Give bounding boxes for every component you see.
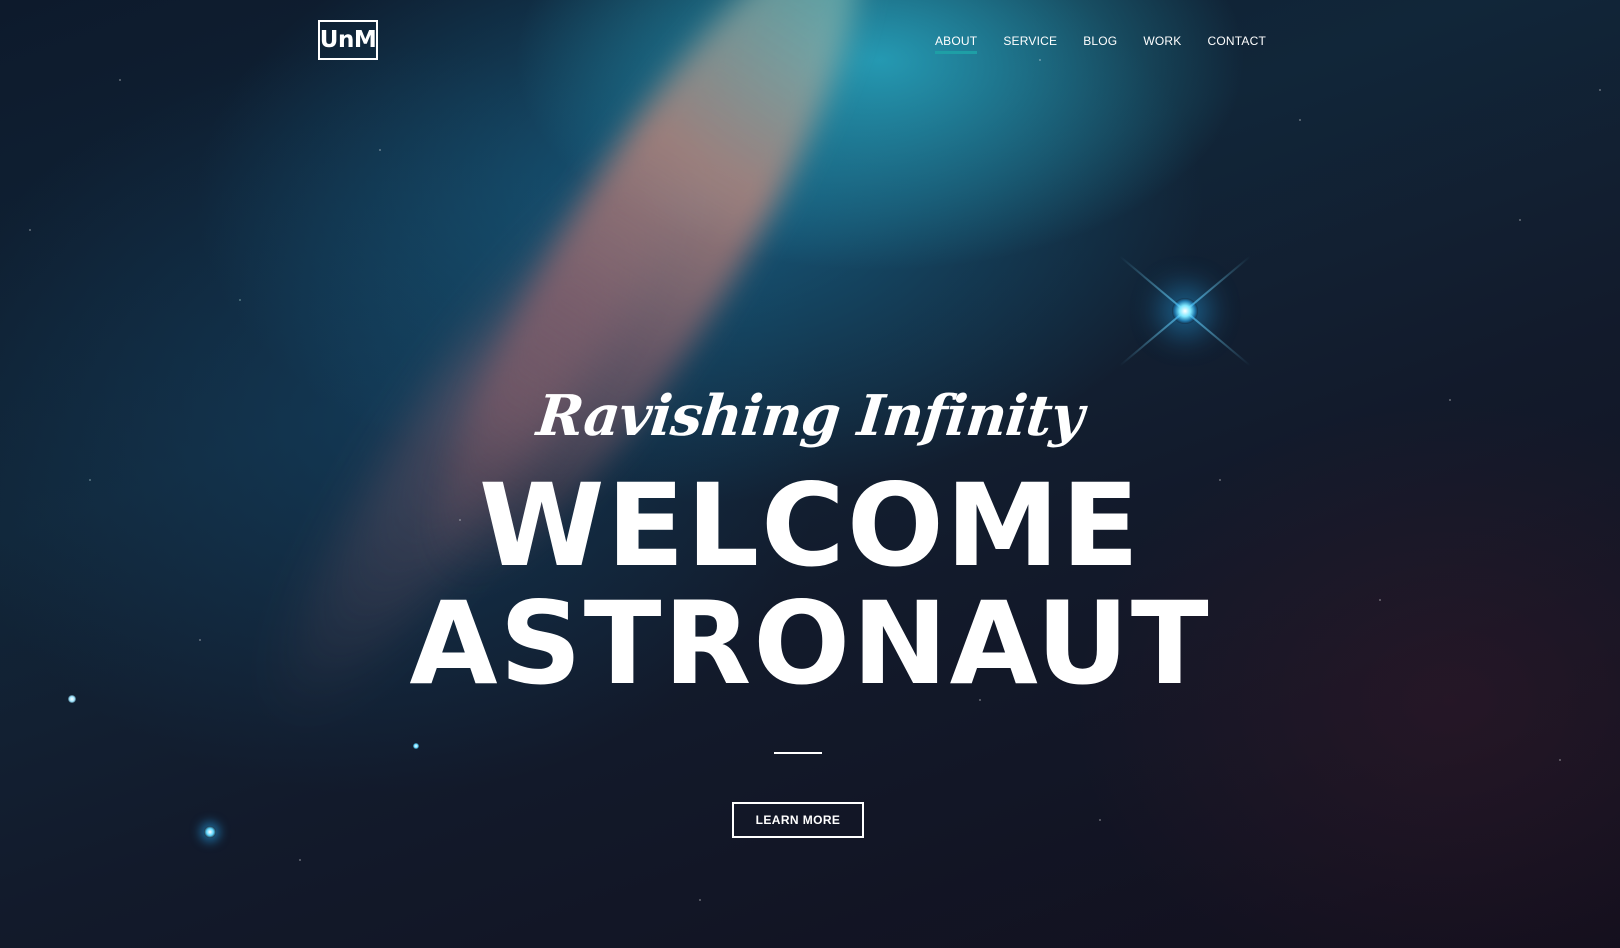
logo[interactable]: UnM xyxy=(318,20,378,60)
hero-divider xyxy=(774,752,822,754)
nav-item-contact: CONTACT xyxy=(1207,32,1266,54)
nav-item-blog: BLOG xyxy=(1083,32,1117,54)
main-nav: ABOUT SERVICE BLOG WORK CONTACT xyxy=(934,32,1266,54)
hero-section: UnM ABOUT SERVICE BLOG WORK CONTACT Ravi… xyxy=(0,0,1620,948)
nav-link-work[interactable]: WORK xyxy=(1143,34,1181,54)
nav-item-work: WORK xyxy=(1143,32,1181,54)
small-star xyxy=(413,743,419,749)
small-star xyxy=(204,826,216,838)
nav-link-contact[interactable]: CONTACT xyxy=(1207,34,1266,54)
nav-link-about[interactable]: ABOUT xyxy=(934,34,978,54)
bright-star xyxy=(1172,298,1198,324)
hero-headline-line2: ASTRONAUT xyxy=(409,577,1211,710)
nav-item-service: SERVICE xyxy=(1003,32,1057,54)
nav-link-blog[interactable]: BLOG xyxy=(1083,34,1117,54)
nav-item-about: ABOUT xyxy=(934,32,978,54)
hero-headline-line1: WELCOME xyxy=(478,459,1142,592)
learn-more-button[interactable]: LEARN MORE xyxy=(732,802,864,838)
nav-link-service[interactable]: SERVICE xyxy=(1003,34,1057,54)
hero-tagline: Ravishing Infinity xyxy=(533,383,1087,449)
